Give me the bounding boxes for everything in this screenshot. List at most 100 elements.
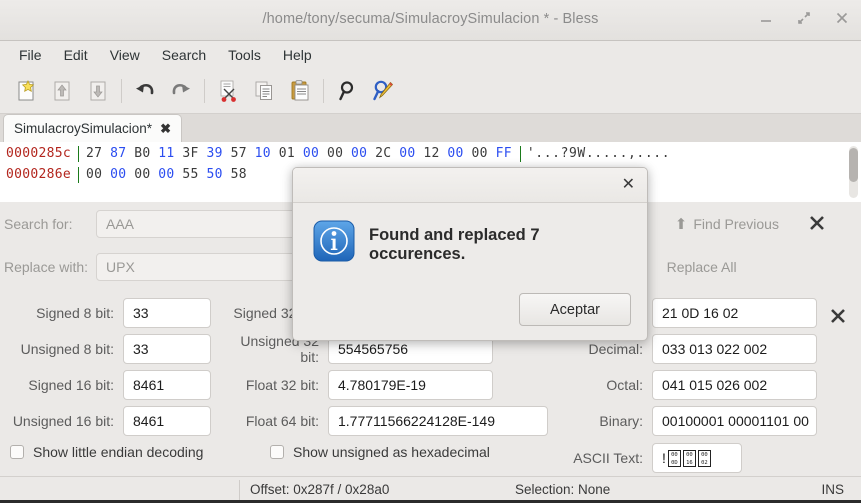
decimal-field[interactable]: 033 013 022 002 <box>652 334 817 364</box>
hex-byte[interactable]: B0 <box>134 144 150 163</box>
arrow-up-icon: ⬆ <box>674 216 688 233</box>
hex-byte[interactable]: 27 <box>86 144 102 163</box>
signed-16-bit-label: Signed 16 bit: <box>28 377 114 393</box>
hex-ascii[interactable]: '...?9W.....,.... <box>527 144 670 163</box>
control-char-box: 00 16 <box>682 449 696 467</box>
menu-edit[interactable]: Edit <box>53 44 99 66</box>
ascii-text-row: ASCII Text: ! 00 0D 00 16 00 02 <box>530 441 742 475</box>
dialog-accept-button[interactable]: Aceptar <box>519 293 631 326</box>
octal-row: Octal: 041 015 026 002 <box>530 368 817 402</box>
hex-row[interactable]: 0000285c 27 87 B0 11 3F 39 57 10 01 00 0… <box>0 142 861 163</box>
hex-byte[interactable]: 57 <box>231 144 247 163</box>
hex-byte[interactable]: 12 <box>423 144 439 163</box>
octal-field[interactable]: 041 015 026 002 <box>652 370 817 400</box>
signed-8-bit-field[interactable]: 33 <box>123 298 211 328</box>
hex-byte[interactable]: 00 <box>134 165 150 184</box>
hex-offset: 0000286e <box>6 167 72 182</box>
hex-byte[interactable]: 50 <box>206 165 222 184</box>
hex-byte[interactable]: 00 <box>303 144 319 163</box>
hex-byte[interactable]: 01 <box>279 144 295 163</box>
new-file-icon[interactable] <box>8 73 44 109</box>
hex-byte[interactable]: 00 <box>86 165 102 184</box>
dialog-header: ✕ <box>293 168 647 203</box>
float-64-bit-field[interactable]: 1.77711566224128E-149 <box>328 406 548 436</box>
tab-strip: SimulacroySimulacion* ✖ <box>0 114 861 142</box>
unsigned-16-bit-label: Unsigned 16 bit: <box>12 413 114 429</box>
unsigned-hex-checkbox[interactable]: Show unsigned as hexadecimal <box>270 444 490 460</box>
hex-byte[interactable]: 55 <box>182 165 198 184</box>
info-icon <box>313 220 355 262</box>
toolbar <box>0 69 861 114</box>
float-64-bit-row: Float 64 bit: 1.77711566224128E-149 <box>222 404 548 438</box>
minimize-icon[interactable] <box>757 9 775 27</box>
float-32-bit-row: Float 32 bit: 4.780179E-19 <box>222 368 493 402</box>
hex-scrollbar[interactable] <box>849 146 858 198</box>
signed-16-bit-field[interactable]: 8461 <box>123 370 211 400</box>
hex-byte[interactable]: 39 <box>206 144 222 163</box>
find-previous-button[interactable]: ⬆ Find Previous <box>675 215 779 233</box>
menu-help[interactable]: Help <box>272 44 323 66</box>
hex-divider <box>78 145 80 162</box>
hex-offset: 0000285c <box>6 146 72 161</box>
replace-all-label: Replace All <box>666 259 737 275</box>
decimal-label: Decimal: <box>588 341 643 357</box>
hexadecimal-field[interactable]: 21 0D 16 02 <box>652 298 817 328</box>
hex-byte[interactable]: 00 <box>447 144 463 163</box>
ascii-text-label: ASCII Text: <box>573 450 643 466</box>
close-decode-panel-icon[interactable] <box>828 306 848 329</box>
open-file-icon[interactable] <box>44 73 80 109</box>
hex-byte[interactable]: 3F <box>182 144 198 163</box>
toolbar-separator <box>323 79 324 103</box>
control-char-box: 00 02 <box>697 449 711 467</box>
hex-divider <box>78 166 80 183</box>
hex-byte[interactable]: FF <box>496 144 512 163</box>
close-icon[interactable] <box>833 9 851 27</box>
hex-byte[interactable]: 58 <box>231 165 247 184</box>
find-icon[interactable] <box>329 73 365 109</box>
find-replace-icon[interactable] <box>365 73 401 109</box>
paste-icon[interactable] <box>282 73 318 109</box>
hex-byte[interactable]: 00 <box>158 165 174 184</box>
undo-icon[interactable] <box>127 73 163 109</box>
hex-byte[interactable]: 10 <box>255 144 271 163</box>
menu-search[interactable]: Search <box>151 44 217 66</box>
hex-byte[interactable]: 00 <box>351 144 367 163</box>
ascii-text-field[interactable]: ! 00 0D 00 16 00 02 <box>652 443 742 473</box>
hex-byte[interactable]: 11 <box>158 144 174 163</box>
unsigned-8-bit-label: Unsigned 8 bit: <box>20 341 114 357</box>
binary-field[interactable]: 00100001 00001101 00 <box>652 406 817 436</box>
little-endian-checkbox[interactable]: Show little endian decoding <box>10 444 203 460</box>
checkbox-box[interactable] <box>270 445 284 459</box>
close-find-bar-icon[interactable] <box>807 213 827 236</box>
hex-byte[interactable]: 2C <box>375 144 391 163</box>
dialog-close-icon[interactable]: ✕ <box>622 177 635 193</box>
toolbar-separator <box>121 79 122 103</box>
tab-label: SimulacroySimulacion* <box>14 121 153 136</box>
unsigned-8-bit-field[interactable]: 33 <box>123 334 211 364</box>
maximize-icon[interactable] <box>795 9 813 27</box>
menu-file[interactable]: File <box>8 44 53 66</box>
tab-close-icon[interactable]: ✖ <box>160 122 171 135</box>
menu-tools[interactable]: Tools <box>217 44 272 66</box>
octal-label: Octal: <box>606 377 643 393</box>
menu-view[interactable]: View <box>99 44 151 66</box>
checkbox-box[interactable] <box>10 445 24 459</box>
hex-byte[interactable]: 00 <box>110 165 126 184</box>
status-insert-mode: INS <box>821 482 844 497</box>
search-for-label: Search for: <box>4 216 73 232</box>
hex-byte[interactable]: 87 <box>110 144 126 163</box>
redo-icon[interactable] <box>163 73 199 109</box>
save-file-icon[interactable] <box>80 73 116 109</box>
float-32-bit-field[interactable]: 4.780179E-19 <box>328 370 493 400</box>
hex-byte[interactable]: 00 <box>327 144 343 163</box>
cut-icon[interactable] <box>210 73 246 109</box>
hex-byte[interactable]: 00 <box>399 144 415 163</box>
bless-hex-editor-window: /home/tony/secuma/SimulacroySimulacion *… <box>0 0 861 503</box>
copy-icon[interactable] <box>246 73 282 109</box>
tab-simulacroysimulacion[interactable]: SimulacroySimulacion* ✖ <box>3 114 182 142</box>
unsigned-hex-label: Show unsigned as hexadecimal <box>293 444 490 460</box>
control-char-box: 00 0D <box>667 449 681 467</box>
hex-byte[interactable]: 00 <box>472 144 488 163</box>
unsigned-16-bit-field[interactable]: 8461 <box>123 406 211 436</box>
replace-all-button[interactable]: Replace All <box>667 259 737 275</box>
